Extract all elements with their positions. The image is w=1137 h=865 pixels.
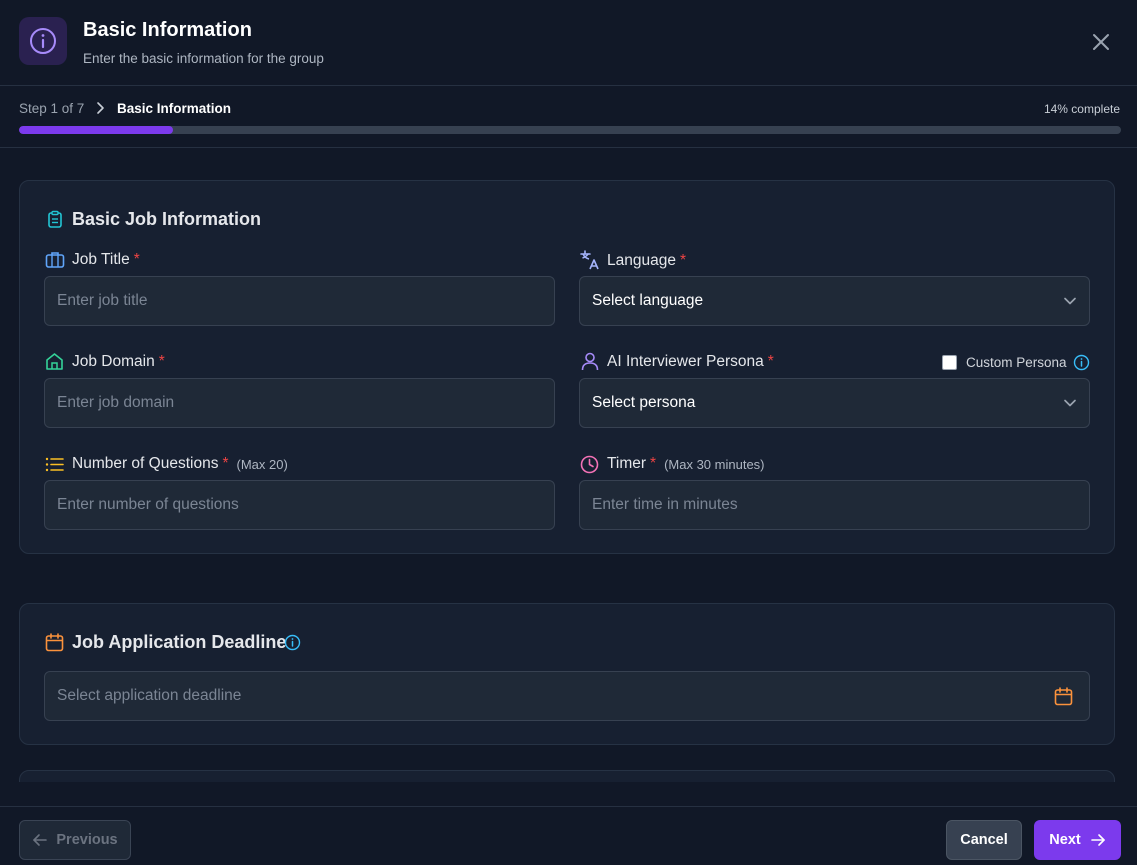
job-domain-label: Job Domain * — [72, 353, 165, 371]
calendar-icon — [45, 633, 64, 652]
basic-job-title: Basic Job Information — [72, 209, 262, 229]
progress-bar-fill — [19, 126, 174, 134]
language-select[interactable]: Select language — [579, 276, 1090, 326]
required-mark: * — [650, 455, 657, 472]
job-title-placeholder: Enter job title — [57, 292, 148, 309]
arrow-left-icon — [33, 834, 48, 846]
language-label: Language * — [607, 252, 686, 270]
progress-bar — [19, 126, 1121, 134]
required-mark: * — [222, 455, 229, 472]
timer-label-text: Timer — [607, 455, 647, 472]
info-icon — [19, 17, 67, 65]
info-icon[interactable] — [1073, 354, 1090, 371]
custom-persona-label: Custom Persona — [966, 355, 1067, 370]
chevron-down-icon — [1064, 297, 1076, 305]
home-icon — [46, 353, 63, 370]
user-icon — [581, 352, 599, 371]
job-domain-input[interactable]: Enter job domain — [44, 378, 555, 428]
num-questions-label-text: Number of Questions — [72, 455, 219, 472]
step-counter: Step 1 of 7 — [19, 101, 85, 116]
calendar-picker-icon[interactable] — [1054, 687, 1073, 706]
next-card-peek — [19, 770, 1115, 782]
clock-icon — [580, 455, 599, 474]
timer-label: Timer * (Max 30 minutes) — [607, 455, 765, 473]
num-questions-label: Number of Questions * (Max 20) — [72, 455, 288, 473]
required-mark: * — [767, 353, 774, 370]
briefcase-icon — [45, 252, 65, 268]
deadline-title: Job Application Deadline — [72, 632, 287, 652]
info-icon[interactable] — [284, 634, 301, 651]
progress-section: Step 1 of 7 Basic Information 14% comple… — [0, 86, 1137, 148]
close-button[interactable] — [1088, 29, 1114, 55]
deadline-placeholder: Select application deadline — [57, 687, 242, 704]
job-domain-placeholder: Enter job domain — [57, 394, 175, 411]
required-mark: * — [158, 353, 165, 370]
modal-header: Basic Information Enter the basic inform… — [0, 0, 1137, 86]
clipboard-icon — [48, 210, 62, 228]
job-title-label-text: Job Title — [72, 251, 130, 268]
num-questions-placeholder: Enter number of questions — [57, 496, 239, 513]
persona-select-value: Select persona — [592, 394, 696, 411]
chevron-down-icon — [1064, 399, 1076, 407]
arrow-right-icon — [1090, 834, 1105, 846]
job-title-input[interactable]: Enter job title — [44, 276, 555, 326]
previous-label: Previous — [56, 832, 118, 848]
next-button[interactable]: Next — [1034, 820, 1121, 860]
basic-job-card: Basic Job Information Job Title * Enter … — [19, 180, 1115, 554]
job-title-label: Job Title * — [72, 251, 140, 269]
translate-icon — [580, 250, 599, 270]
required-mark: * — [133, 251, 140, 268]
cancel-label: Cancel — [960, 832, 1008, 848]
persona-label: AI Interviewer Persona * — [607, 353, 774, 371]
persona-label-text: AI Interviewer Persona — [607, 353, 764, 370]
job-domain-label-text: Job Domain — [72, 353, 155, 370]
deadline-card: Job Application Deadline Select applicat… — [19, 603, 1115, 745]
previous-button[interactable]: Previous — [19, 820, 131, 860]
required-mark: * — [679, 252, 687, 269]
cancel-button[interactable]: Cancel — [946, 820, 1022, 860]
page-title: Basic Information — [83, 19, 252, 41]
persona-select[interactable]: Select persona — [579, 378, 1090, 428]
progress-percent: 14% complete — [1043, 102, 1120, 116]
page-subtitle: Enter the basic information for the grou… — [83, 51, 324, 66]
num-questions-input[interactable]: Enter number of questions — [44, 480, 555, 530]
deadline-date-input[interactable]: Select application deadline — [44, 671, 1090, 721]
custom-persona-checkbox[interactable] — [942, 355, 957, 370]
chevron-right-icon — [97, 102, 104, 114]
modal-footer: Previous Cancel Next — [0, 806, 1137, 865]
timer-hint: (Max 30 minutes) — [664, 456, 765, 472]
language-label-text: Language — [607, 252, 676, 269]
close-icon — [1093, 34, 1109, 50]
current-step-label: Basic Information — [117, 101, 232, 116]
next-label: Next — [1049, 832, 1081, 848]
language-select-value: Select language — [592, 292, 704, 309]
num-questions-hint: (Max 20) — [236, 456, 288, 472]
timer-placeholder: Enter time in minutes — [592, 496, 738, 513]
timer-input[interactable]: Enter time in minutes — [579, 480, 1090, 530]
list-icon — [45, 457, 64, 472]
